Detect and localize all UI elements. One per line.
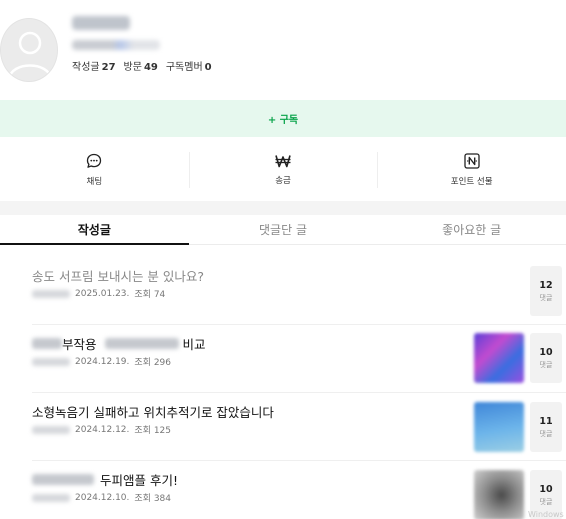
post-title[interactable]: 부작용 비교 xyxy=(32,334,206,353)
stat-subscribers: 구독멤버 0 xyxy=(165,62,212,73)
comment-count-box[interactable]: 11 댓글 xyxy=(530,402,562,452)
post-date: 2024.12.19. xyxy=(75,356,130,367)
post-views: 조회 384 xyxy=(134,494,172,504)
subscribe-label: + 구독 xyxy=(267,115,299,126)
profile-header: 작성글 27 방문 49 구독멤버 0 xyxy=(0,0,566,100)
comment-count: 10 xyxy=(539,483,553,495)
title-blurred xyxy=(104,338,179,349)
post-meta: 2024.12.10. 조회 384 xyxy=(32,491,171,504)
comment-label: 댓글 xyxy=(539,429,553,438)
post-thumbnail[interactable] xyxy=(474,470,524,519)
author-blurred xyxy=(32,425,70,434)
author-blurred xyxy=(32,289,70,298)
post-title-part: 비교 xyxy=(182,337,206,352)
os-watermark: Windows xyxy=(528,510,564,519)
title-blurred xyxy=(32,474,94,485)
chat-label: 채팅 xyxy=(86,177,103,187)
tab-commented[interactable]: 댓글단 글 xyxy=(189,215,378,244)
post-title-part: 두피앰플 후기! xyxy=(100,473,178,488)
title-blurred xyxy=(32,338,62,349)
post-title[interactable]: 두피앰플 후기! xyxy=(32,470,178,489)
profile-stats: 작성글 27 방문 49 구독멤버 0 xyxy=(72,58,212,73)
comment-count-box[interactable]: 12 댓글 xyxy=(530,266,562,316)
post-views: 조회 125 xyxy=(134,426,172,436)
post-thumbnail[interactable] xyxy=(474,333,524,383)
naver-pay-icon xyxy=(464,153,480,169)
chat-bubble-icon xyxy=(86,153,102,169)
comment-count: 11 xyxy=(539,415,553,427)
post-date: 2024.12.12. xyxy=(75,424,130,435)
post-meta: 2024.12.19. 조회 296 xyxy=(32,355,171,368)
post-views: 조회 74 xyxy=(134,290,166,300)
post-title-part: 부작용 xyxy=(62,337,97,352)
tab-liked[interactable]: 좋아요한 글 xyxy=(377,215,566,244)
send-money-button[interactable]: 송금 xyxy=(188,142,378,198)
comment-label: 댓글 xyxy=(539,360,553,369)
author-blurred xyxy=(32,493,70,502)
tab-posts[interactable]: 작성글 xyxy=(0,215,189,245)
member-level-blurred xyxy=(72,40,160,50)
post-title[interactable]: 소형녹음기 실패하고 위치추적기로 잡았습니다 xyxy=(32,402,274,421)
post-date: 2025.01.23. xyxy=(75,288,130,299)
comment-count-box[interactable]: 10 댓글 xyxy=(530,333,562,383)
comment-count: 12 xyxy=(539,279,553,291)
nickname-blurred xyxy=(72,16,130,30)
post-date: 2024.12.10. xyxy=(75,492,130,503)
subscribe-button[interactable]: + 구독 xyxy=(0,100,566,137)
avatar[interactable] xyxy=(0,18,58,82)
post-meta: 2025.01.23. 조회 74 xyxy=(32,287,165,300)
post-title[interactable]: 송도 서프림 보내시는 분 있나요? xyxy=(32,266,204,285)
won-icon xyxy=(275,154,291,168)
author-blurred xyxy=(32,357,70,366)
post-thumbnail[interactable] xyxy=(474,402,524,452)
stat-visits: 방문 49 xyxy=(123,62,158,73)
divider xyxy=(32,392,566,393)
point-gift-button[interactable]: 포인트 선물 xyxy=(377,142,566,198)
comment-label: 댓글 xyxy=(539,293,553,302)
content-tabs: 작성글 댓글단 글 좋아요한 글 xyxy=(0,215,566,245)
post-views: 조회 296 xyxy=(134,358,172,368)
chat-button[interactable]: 채팅 xyxy=(0,142,189,198)
send-money-label: 송금 xyxy=(275,176,291,186)
stat-posts: 작성글 27 xyxy=(72,62,116,73)
point-gift-label: 포인트 선물 xyxy=(450,177,493,187)
divider xyxy=(32,324,566,325)
post-meta: 2024.12.12. 조회 125 xyxy=(32,423,171,436)
section-divider xyxy=(0,201,566,215)
action-bar: 채팅 송금 포인트 선물 xyxy=(0,142,566,198)
comment-label: 댓글 xyxy=(539,497,553,506)
divider xyxy=(32,460,566,461)
comment-count: 10 xyxy=(539,346,553,358)
